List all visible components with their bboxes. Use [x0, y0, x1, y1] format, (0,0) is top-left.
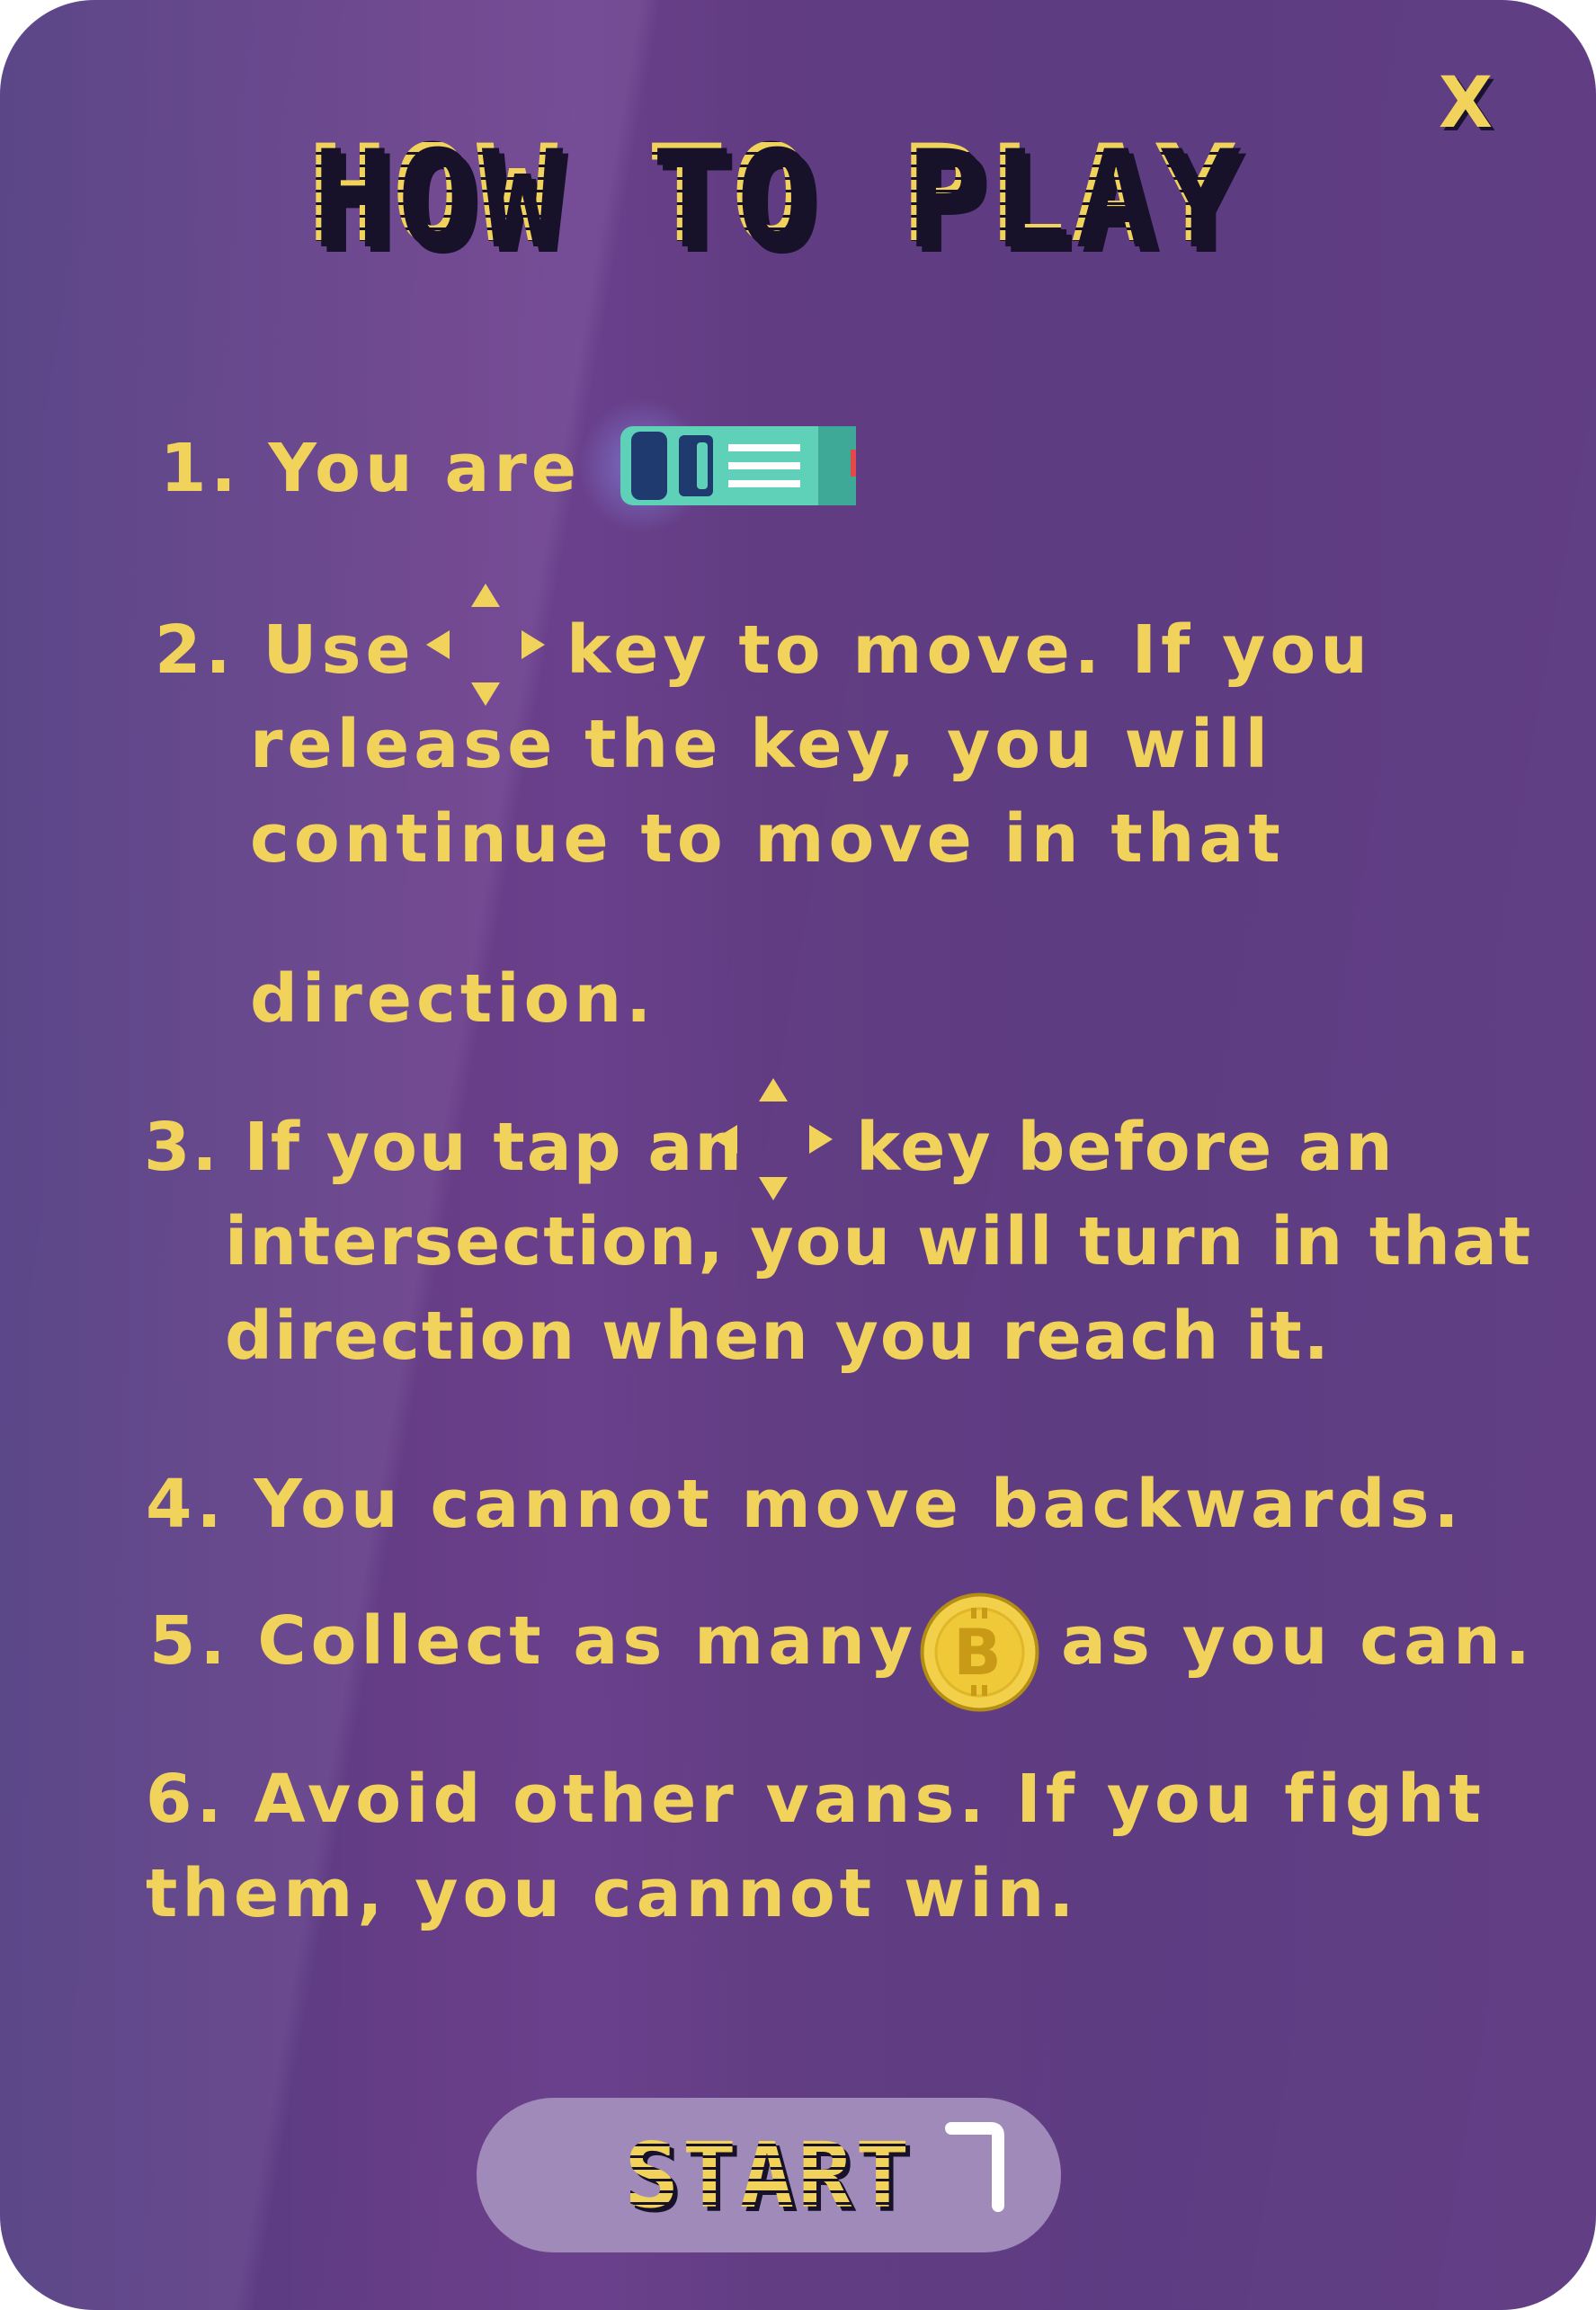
player-van-icon — [578, 398, 856, 533]
rule-2-text-line2: release the key, you will — [250, 706, 1272, 783]
arrow-keys-icon — [426, 584, 545, 706]
rule-3-text-start: 3. If you tap an — [144, 1109, 745, 1186]
rule-2-text-start: 2. Use — [155, 611, 415, 689]
arrow-keys-icon — [714, 1078, 833, 1200]
rule-6-text-line2: them, you cannot win. — [146, 1855, 1079, 1932]
rule-2-text-mid: key to move. If you — [566, 611, 1372, 689]
rule-1-text: 1. You are — [160, 430, 582, 507]
start-button[interactable]: START — [477, 2098, 1061, 2252]
rule-2-text-line4: direction. — [250, 960, 656, 1038]
corner-bracket-icon — [945, 2122, 1004, 2212]
rule-6-text-line1: 6. Avoid other vans. If you fight — [146, 1761, 1485, 1838]
how-to-play-dialog: X HOW TO PLAY 1. You are 2. Use key to m… — [0, 0, 1596, 2310]
rule-5-text-end: as you can. — [1061, 1602, 1535, 1680]
dialog-title: HOW TO PLAY — [0, 117, 1547, 273]
bitcoin-coin-icon: B — [920, 1592, 1039, 1712]
rule-5-text-start: 5. Collect as many — [149, 1602, 918, 1680]
rule-3-text-mid: key before an — [856, 1109, 1395, 1186]
rule-4-text: 4. You cannot move backwards. — [146, 1466, 1464, 1543]
rule-3-text-line2: intersection, you will turn in that — [225, 1203, 1533, 1280]
svg-text:B: B — [953, 1616, 1005, 1690]
rule-3-text-line3: direction when you reach it. — [225, 1298, 1331, 1375]
rule-2-text-line3: continue to move in that — [250, 800, 1285, 878]
